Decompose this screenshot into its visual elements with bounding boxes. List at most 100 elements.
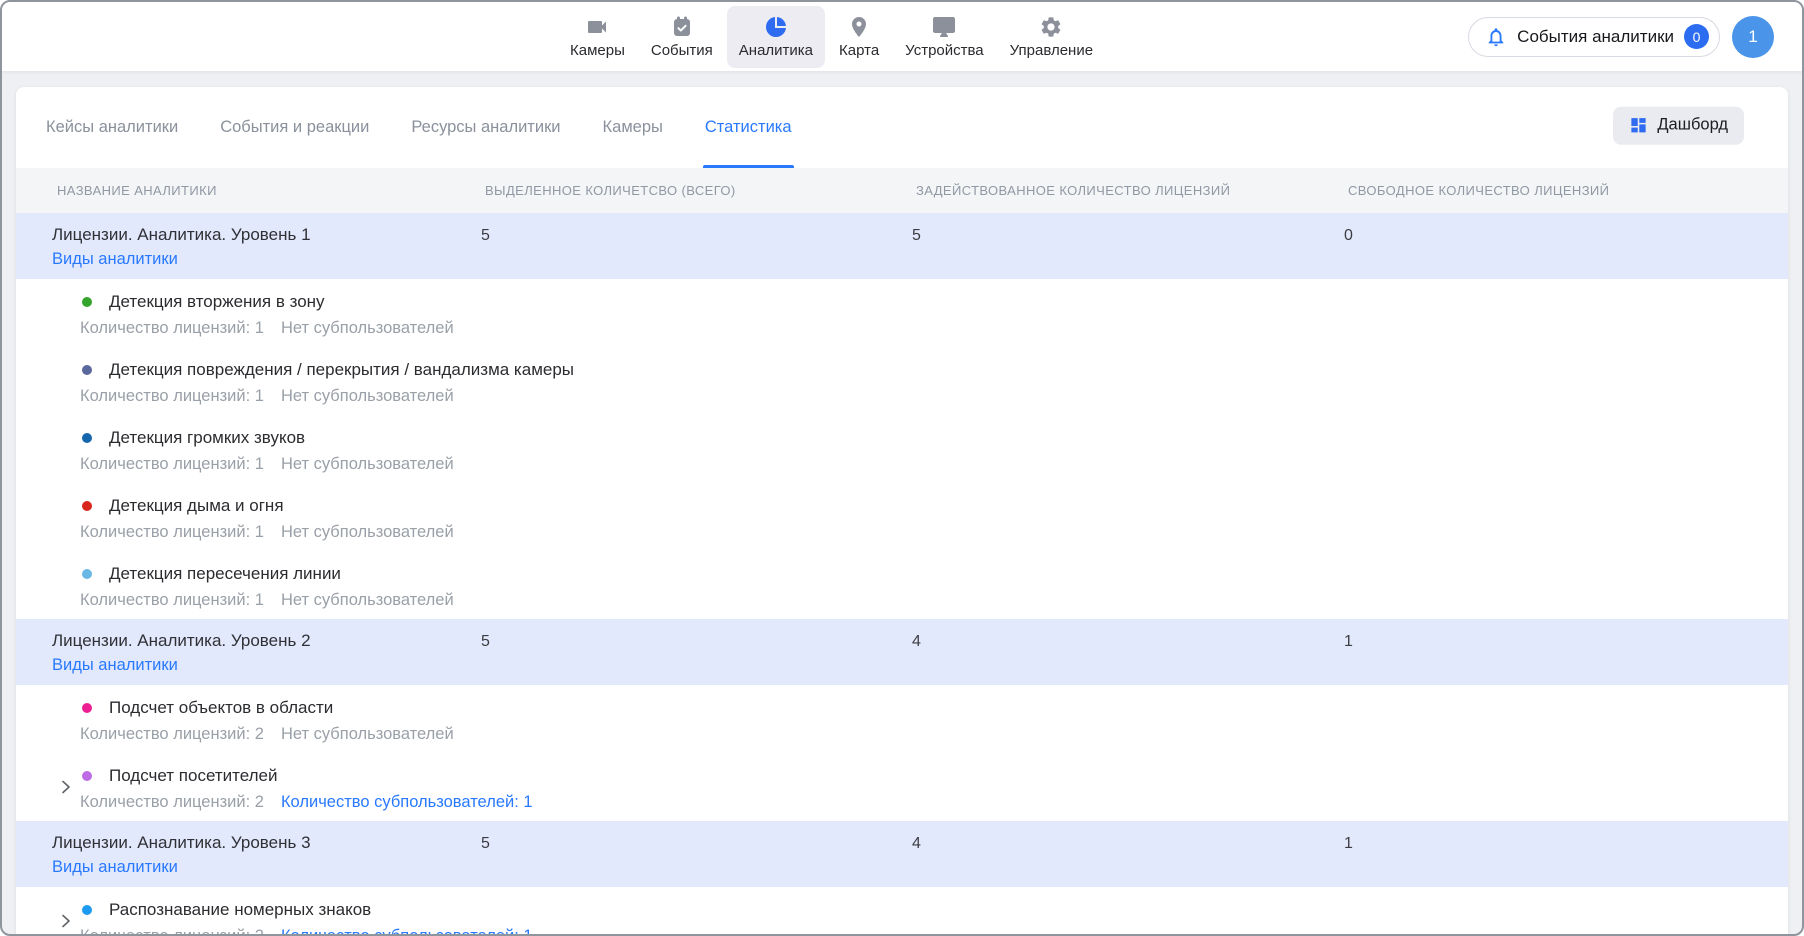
nav-item-events[interactable]: События [639,6,725,68]
pie-chart-icon [764,15,788,39]
top-bar: Камеры События Аналитика Карта Устройств… [2,2,1802,72]
map-pin-icon [847,15,871,39]
free-count: 1 [1342,619,1788,685]
analytics-color-dot [82,771,92,781]
subusers-count-link[interactable]: Количество субпользователей: 1 [281,790,533,815]
used-count: 4 [910,821,1342,887]
user-avatar[interactable]: 1 [1732,16,1774,58]
tabs: Кейсы аналитики События и реакции Ресурс… [46,87,792,168]
analytics-item-row: Детекция пересечения линии Количество ли… [16,551,1788,619]
analytics-item-name: Детекция пересечения линии [109,563,479,585]
dashboard-icon [1629,116,1648,135]
nav-label: Аналитика [739,42,813,59]
subusers-label: Нет субпользователей [281,384,454,409]
analytics-item-row: Детекция повреждения / перекрытия / ванд… [16,347,1788,415]
bell-icon [1485,26,1507,48]
license-count-label: Количество лицензий: 1 [80,588,264,613]
analytics-item-name: Подсчет объектов в области [109,697,479,719]
license-count-label: Количество лицензий: 1 [80,384,264,409]
table-header-row: НАЗВАНИЕ АНАЛИТИКИ ВЫДЕЛЕННОЕ КОЛИЧЕТСВО… [16,168,1788,213]
events-count-badge: 0 [1684,24,1709,49]
nav-item-devices[interactable]: Устройства [893,6,995,68]
free-count: 1 [1342,821,1788,887]
main-navigation: Камеры События Аналитика Карта Устройств… [558,2,1105,71]
analytics-item-row: Детекция дыма и огня Количество лицензий… [16,483,1788,551]
column-header-allocated: ВЫДЕЛЕННОЕ КОЛИЧЕТСВО (ВСЕГО) [479,183,910,198]
event-check-icon [670,15,694,39]
license-count-label: Количество лицензий: 1 [80,520,264,545]
group-title: Лицензии. Аналитика. Уровень 1 [52,222,479,247]
group-title: Лицензии. Аналитика. Уровень 3 [52,830,479,855]
license-count-label: Количество лицензий: 2 [80,722,264,747]
nav-item-cameras[interactable]: Камеры [558,6,637,68]
analytics-item-name: Подсчет посетителей [109,765,479,787]
used-count: 5 [910,213,1342,279]
license-count-label: Количество лицензий: 2 [80,924,264,934]
dashboard-button[interactable]: Дашборд [1613,106,1744,144]
column-header-free: СВОБОДНОЕ КОЛИЧЕСТВО ЛИЦЕНЗИЙ [1342,183,1788,198]
nav-label: Карта [839,42,879,59]
tab-statistics[interactable]: Статистика [705,87,792,168]
nav-item-map[interactable]: Карта [827,6,891,68]
subusers-count-link[interactable]: Количество субпользователей: 1 [281,924,533,934]
chevron-right-icon[interactable] [56,911,76,931]
analytics-item-name: Распознавание номерных знаков [109,899,479,921]
subusers-label: Нет субпользователей [281,452,454,477]
subusers-label: Нет субпользователей [281,520,454,545]
allocated-count: 5 [479,619,910,685]
top-right-controls: События аналитики 0 1 [1468,2,1774,71]
analytics-item-name: Детекция дыма и огня [109,495,479,517]
analytics-color-dot [82,501,92,511]
content-card: Кейсы аналитики События и реакции Ресурс… [16,87,1788,934]
subusers-label: Нет субпользователей [281,316,454,341]
tab-cameras[interactable]: Камеры [603,87,663,168]
analytics-types-link[interactable]: Виды аналитики [52,247,178,272]
analytics-item-row: Детекция громких звуков Количество лицен… [16,415,1788,483]
analytics-events-label: События аналитики [1517,27,1674,47]
chevron-right-icon[interactable] [56,777,76,797]
nav-label: Устройства [905,42,983,59]
analytics-events-button[interactable]: События аналитики 0 [1468,17,1720,57]
analytics-color-dot [82,297,92,307]
column-header-name: НАЗВАНИЕ АНАЛИТИКИ [16,183,479,198]
license-count-label: Количество лицензий: 1 [80,452,264,477]
license-group-row: Лицензии. Аналитика. Уровень 3 Виды анал… [16,821,1788,887]
subusers-label: Нет субпользователей [281,722,454,747]
nav-label: Управление [1010,42,1093,59]
analytics-item-name: Детекция вторжения в зону [109,291,479,313]
analytics-item-row: Распознавание номерных знаков Количество… [16,887,1788,934]
analytics-item-row: Детекция вторжения в зону Количество лиц… [16,279,1788,347]
tabs-bar: Кейсы аналитики События и реакции Ресурс… [16,87,1788,168]
license-count-label: Количество лицензий: 2 [80,790,264,815]
nav-label: Камеры [570,42,625,59]
monitor-icon [932,15,956,39]
tab-analytics-resources[interactable]: Ресурсы аналитики [411,87,560,168]
allocated-count: 5 [479,213,910,279]
analytics-color-dot [82,569,92,579]
analytics-item-row: Подсчет посетителей Количество лицензий:… [16,753,1788,821]
nav-item-analytics[interactable]: Аналитика [727,6,825,68]
analytics-item-row: Подсчет объектов в области Количество ли… [16,685,1788,753]
analytics-types-link[interactable]: Виды аналитики [52,855,178,880]
group-title: Лицензии. Аналитика. Уровень 2 [52,628,479,653]
nav-label: События [651,42,713,59]
analytics-color-dot [82,365,92,375]
column-header-used: ЗАДЕЙСТВОВАННОЕ КОЛИЧЕСТВО ЛИЦЕНЗИЙ [910,183,1342,198]
free-count: 0 [1342,213,1788,279]
tab-analytics-cases[interactable]: Кейсы аналитики [46,87,178,168]
nav-item-management[interactable]: Управление [998,6,1105,68]
analytics-item-name: Детекция громких звуков [109,427,479,449]
app-window: Камеры События Аналитика Карта Устройств… [0,0,1804,936]
dashboard-button-label: Дашборд [1657,116,1728,135]
analytics-color-dot [82,703,92,713]
analytics-item-name: Детекция повреждения / перекрытия / ванд… [109,359,479,381]
analytics-color-dot [82,433,92,443]
analytics-color-dot [82,905,92,915]
videocam-icon [585,15,609,39]
license-count-label: Количество лицензий: 1 [80,316,264,341]
license-group-row: Лицензии. Аналитика. Уровень 1 Виды анал… [16,213,1788,279]
license-group-row: Лицензии. Аналитика. Уровень 2 Виды анал… [16,619,1788,685]
tab-events-reactions[interactable]: События и реакции [220,87,369,168]
used-count: 4 [910,619,1342,685]
analytics-types-link[interactable]: Виды аналитики [52,653,178,678]
